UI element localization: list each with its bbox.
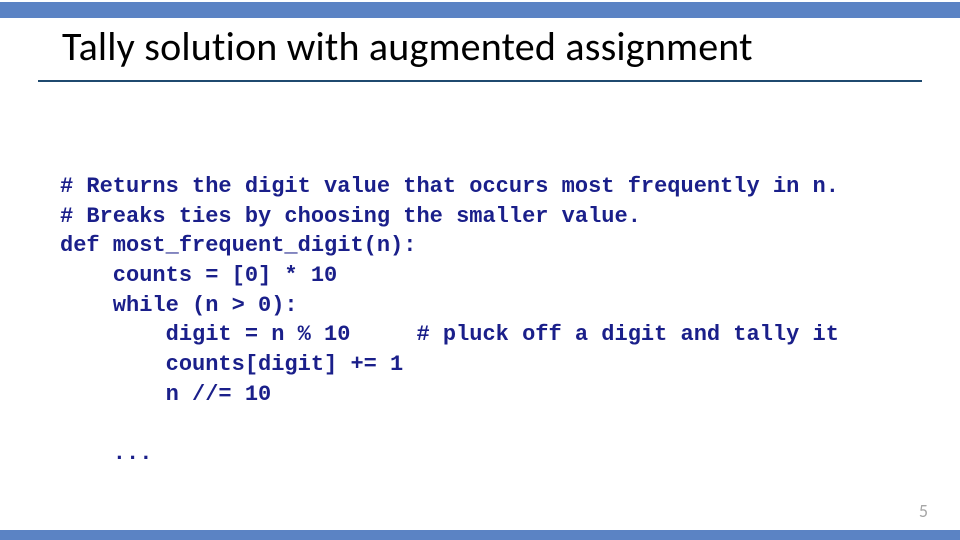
code-line: digit = n % 10 # pluck off a digit and t… <box>60 322 839 347</box>
code-line: while (n > 0): <box>60 293 298 318</box>
code-line: n //= 10 <box>60 382 271 407</box>
code-line: counts = [0] * 10 <box>60 263 337 288</box>
code-line: ... <box>60 441 152 466</box>
code-block: # Returns the digit value that occurs mo… <box>60 172 922 469</box>
code-line: counts[digit] += 1 <box>60 352 403 377</box>
slide-title: Tally solution with augmented assignment <box>62 22 922 71</box>
code-line: def most_frequent_digit(n): <box>60 233 416 258</box>
title-underline <box>38 80 922 82</box>
code-line: # Returns the digit value that occurs mo… <box>60 174 839 199</box>
page-number: 5 <box>919 500 928 522</box>
top-accent-bar <box>0 2 960 18</box>
code-line: # Breaks ties by choosing the smaller va… <box>60 204 641 229</box>
slide: Tally solution with augmented assignment… <box>0 0 960 540</box>
bottom-accent-bar <box>0 530 960 540</box>
